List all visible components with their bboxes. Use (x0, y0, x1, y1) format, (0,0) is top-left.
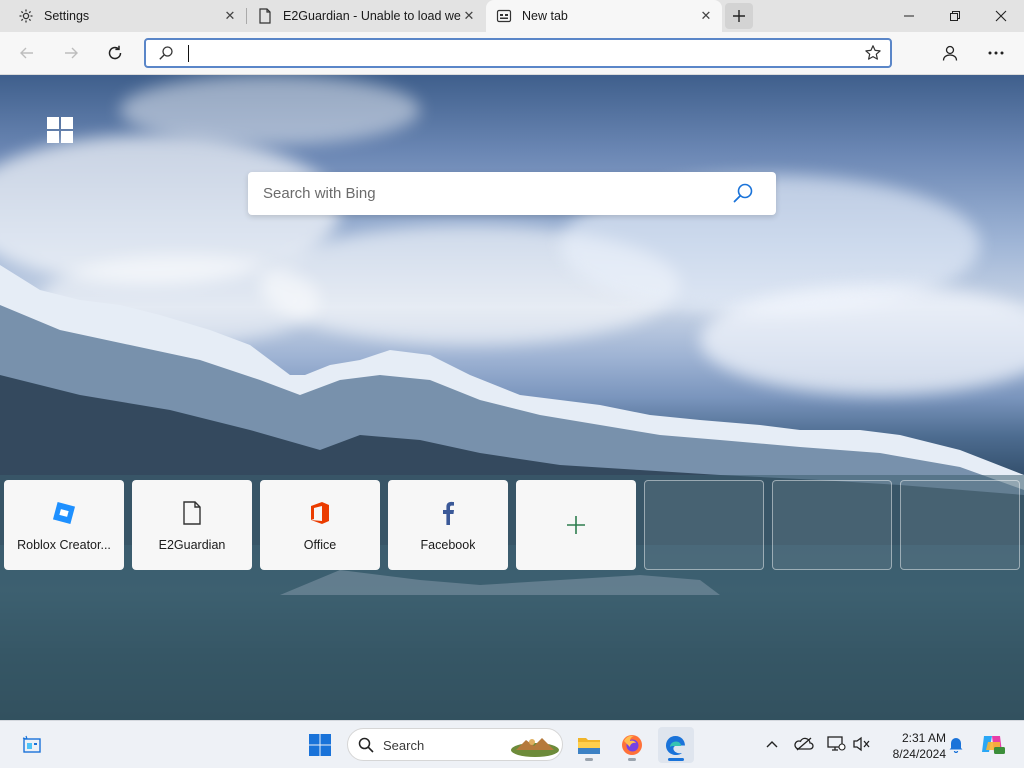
search-icon[interactable] (732, 182, 754, 209)
tile-label: Facebook (420, 538, 476, 552)
more-dots-icon (988, 51, 1004, 55)
forward-arrow-icon (65, 47, 78, 59)
running-indicator (585, 758, 593, 761)
quick-links: Roblox Creator... E2Guardian Office Face… (4, 480, 1020, 570)
gear-icon (18, 8, 34, 24)
favorite-star-icon[interactable] (864, 44, 882, 67)
add-quick-link-button[interactable] (516, 480, 636, 570)
plus-icon (563, 512, 589, 538)
refresh-button[interactable] (100, 38, 130, 68)
running-indicator (628, 758, 636, 761)
tab-title: Settings (44, 9, 90, 23)
roblox-studio-icon (51, 500, 77, 526)
system-clock[interactable]: 2:31 AM 8/24/2024 (884, 730, 946, 762)
page-icon (257, 8, 273, 24)
browser-toolbar (0, 32, 1024, 75)
restore-button[interactable] (932, 0, 978, 32)
close-icon[interactable]: ✕ (698, 8, 714, 24)
forward-button[interactable] (56, 38, 86, 68)
taskbar-search[interactable]: Search (347, 728, 563, 761)
tab-title: E2Guardian - Unable to load web (283, 9, 461, 23)
copilot-icon[interactable] (980, 732, 1006, 756)
profile-icon (942, 45, 958, 61)
start-button[interactable] (302, 727, 338, 763)
search-icon (358, 737, 374, 758)
widgets-icon (22, 735, 41, 753)
quick-link-roblox[interactable]: Roblox Creator... (4, 480, 124, 570)
tile-label: E2Guardian (158, 538, 226, 552)
back-arrow-icon (20, 47, 33, 59)
volume-muted-icon[interactable] (852, 734, 872, 754)
text-caret (188, 45, 189, 62)
refresh-icon (108, 45, 122, 60)
onedrive-icon[interactable] (794, 734, 814, 754)
settings-more-button[interactable] (981, 38, 1011, 68)
tab-strip: Settings ✕ E2Guardian - Unable to load w… (0, 0, 1024, 32)
office-icon (307, 500, 333, 526)
close-window-button[interactable] (978, 0, 1024, 32)
taskbar: Search 2:31 AM 8/24/2024 (0, 720, 1024, 768)
bing-search-box[interactable] (248, 172, 776, 215)
facebook-icon (435, 500, 461, 526)
edge-button[interactable] (658, 727, 694, 763)
taskbar-search-label: Search (383, 738, 425, 753)
minimize-icon (904, 15, 914, 17)
plus-icon (733, 10, 745, 22)
newtab-icon (496, 8, 512, 24)
close-icon (995, 10, 1007, 22)
clock-time: 2:31 AM (901, 731, 946, 745)
firefox-button[interactable] (614, 727, 650, 763)
quick-link-e2guardian[interactable]: E2Guardian (132, 480, 252, 570)
edge-icon (666, 736, 685, 755)
new-tab-page: Roblox Creator... E2Guardian Office Face… (0, 75, 1024, 720)
active-app-indicator (668, 758, 684, 761)
bing-search-input[interactable] (263, 182, 723, 204)
tab-title: New tab (522, 9, 568, 23)
search-icon (158, 45, 174, 66)
network-icon[interactable] (826, 734, 846, 754)
chevron-up-icon[interactable] (762, 734, 782, 754)
restore-icon (950, 11, 960, 21)
close-icon[interactable]: ✕ (461, 8, 477, 24)
new-tab-button[interactable] (725, 3, 753, 29)
widgets-button[interactable] (14, 727, 50, 763)
minimize-button[interactable] (886, 0, 932, 32)
tab-new-tab[interactable]: New tab ✕ (486, 0, 722, 32)
close-icon[interactable]: ✕ (222, 8, 238, 24)
notification-bell-icon[interactable] (946, 734, 966, 754)
windows-logo-icon (47, 117, 73, 143)
tile-label: Roblox Creator... (17, 538, 111, 552)
profile-button[interactable] (935, 38, 965, 68)
empty-quick-link-slot (772, 480, 892, 570)
folder-icon (578, 738, 600, 754)
back-button[interactable] (12, 38, 42, 68)
clock-date: 8/24/2024 (892, 747, 946, 761)
document-icon (179, 500, 205, 526)
empty-quick-link-slot (900, 480, 1020, 570)
quick-link-office[interactable]: Office (260, 480, 380, 570)
file-explorer-button[interactable] (571, 727, 607, 763)
address-bar[interactable] (144, 38, 892, 68)
windows-start-icon (309, 734, 331, 756)
firefox-icon (622, 735, 642, 755)
tile-label: Office (303, 538, 337, 552)
tab-settings[interactable]: Settings ✕ (0, 0, 246, 32)
empty-quick-link-slot (644, 480, 764, 570)
search-highlight-art (510, 732, 560, 763)
quick-link-facebook[interactable]: Facebook (388, 480, 508, 570)
tab-e2guardian[interactable]: E2Guardian - Unable to load web ✕ (247, 0, 485, 32)
address-input[interactable] (192, 42, 832, 64)
